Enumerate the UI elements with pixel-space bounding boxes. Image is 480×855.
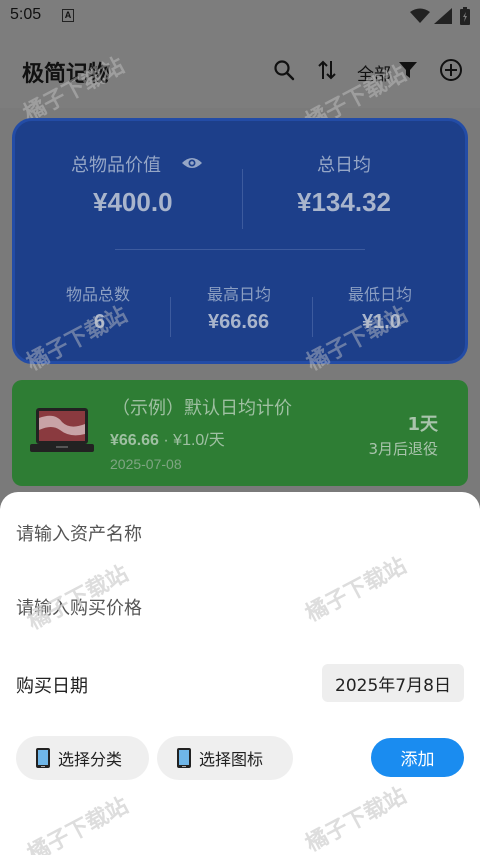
phone-icon <box>175 747 193 769</box>
item-price-line: ¥66.66 · ¥1.0/天 <box>110 426 225 450</box>
signal-icon <box>434 8 452 24</box>
item-card[interactable]: （示例）默认日均计价 ¥66.66 · ¥1.0/天 2025-07-08 1天… <box>12 380 468 486</box>
select-icon-label: 选择图标 <box>199 750 264 769</box>
summary-card: 总物品价值 ¥400.0 总日均 ¥134.32 物品总数 6 最高日均 ¥66… <box>12 118 468 376</box>
daily-avg-label: 总日均 <box>317 155 371 176</box>
phone-icon <box>34 747 52 769</box>
watermark: 橘子下载站 <box>302 302 412 377</box>
divider <box>242 169 243 229</box>
app-bar: 极简记物 全部 橘子下载站 橘子下载站 <box>0 32 480 135</box>
item-date: 2025-07-08 <box>110 456 182 472</box>
status-time: 5:05 <box>10 6 42 23</box>
filter-icon[interactable] <box>394 56 422 84</box>
divider <box>170 297 171 337</box>
item-retire: 3月后退役 <box>368 440 438 458</box>
divider <box>312 297 313 337</box>
select-category-label: 选择分类 <box>58 750 123 769</box>
watermark: 橘子下载站 <box>301 553 411 628</box>
min-daily-label: 最低日均 <box>348 285 413 304</box>
app-title: 极简记物 <box>22 62 111 87</box>
select-category-button[interactable]: 选择分类 <box>16 736 149 780</box>
asset-name-input[interactable]: 请输入资产名称 <box>16 520 142 546</box>
max-daily-label: 最高日均 <box>207 285 272 304</box>
watermark: 橘子下载站 <box>22 302 132 377</box>
purchase-date-label: 购买日期 <box>16 676 88 697</box>
sort-icon[interactable] <box>313 56 341 84</box>
status-bar: 5:05 A <box>0 0 480 32</box>
item-daily-price: · ¥1.0/天 <box>163 432 225 449</box>
add-button[interactable]: 添加 <box>371 738 464 777</box>
item-days: 1天 <box>407 414 438 435</box>
min-daily-value: ¥1.0 <box>362 311 401 333</box>
item-price: ¥66.66 <box>110 432 159 449</box>
purchase-price-input[interactable]: 请输入购买价格 <box>16 594 142 620</box>
total-value: ¥400.0 <box>93 187 173 217</box>
filter-label[interactable]: 全部 <box>357 60 391 85</box>
watermark: 橘子下载站 <box>23 793 133 855</box>
select-icon-button[interactable]: 选择图标 <box>157 736 293 780</box>
item-name: （示例）默认日均计价 <box>112 398 292 419</box>
battery-icon <box>460 7 470 25</box>
daily-avg-value: ¥134.32 <box>297 187 391 217</box>
search-icon[interactable] <box>270 56 298 84</box>
purchase-date-picker[interactable]: 2025年7月8日 <box>322 664 464 702</box>
wifi-icon <box>410 8 430 23</box>
divider <box>115 249 365 250</box>
add-circle-icon[interactable] <box>437 56 465 84</box>
watermark: 橘子下载站 <box>301 783 411 855</box>
max-daily-value: ¥66.66 <box>208 311 270 333</box>
add-item-sheet: 请输入资产名称 请输入购买价格 购买日期 2025年7月8日 选择分类 选择图标… <box>0 492 480 855</box>
total-value-label: 总物品价值 <box>71 155 161 176</box>
item-count-label: 物品总数 <box>66 285 131 304</box>
item-count-value: 6 <box>94 311 106 333</box>
a-icon: A <box>62 9 74 22</box>
laptop-icon <box>30 408 94 452</box>
eye-icon[interactable] <box>181 155 203 171</box>
